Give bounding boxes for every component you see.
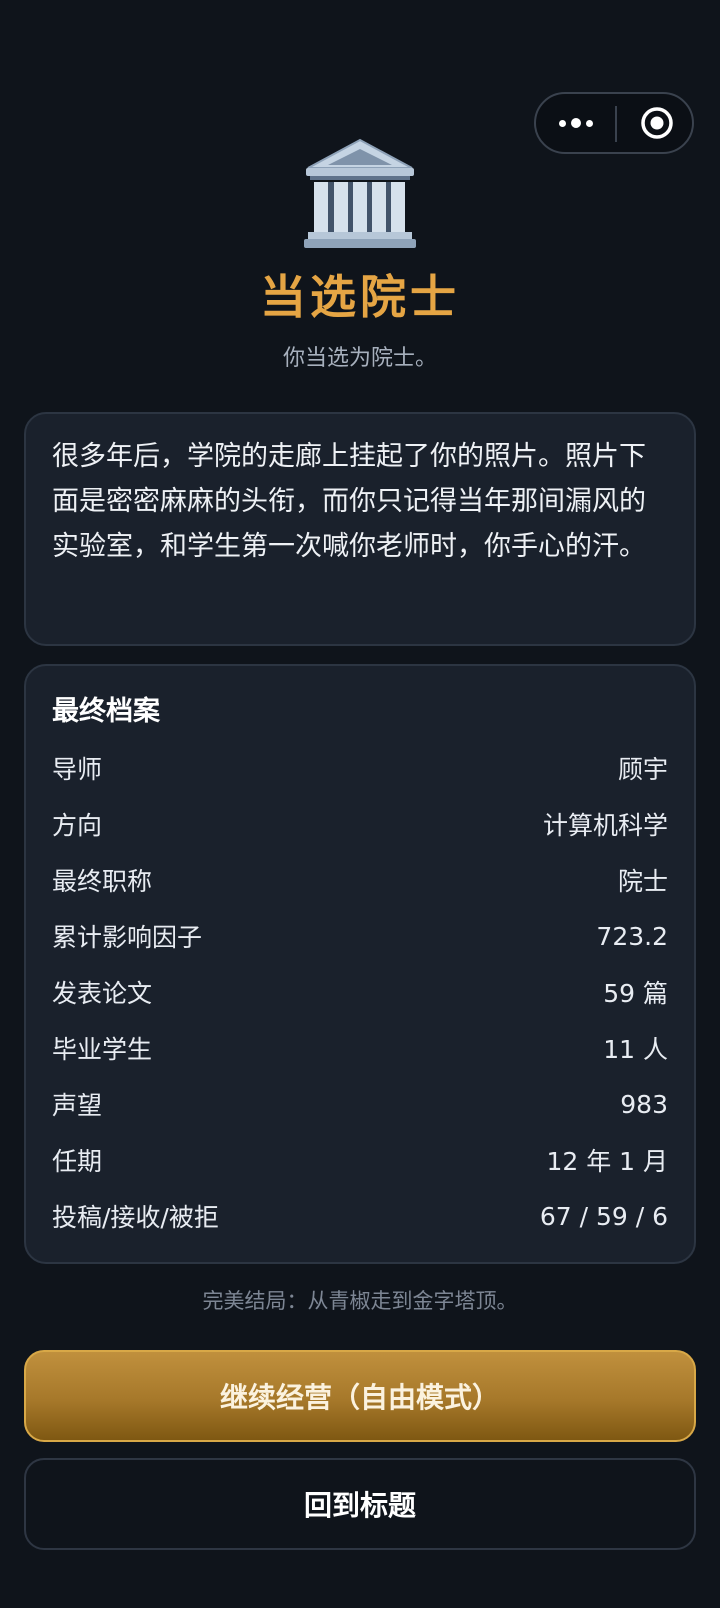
record-value: 723.2 [596,921,668,951]
record-row: 最终职称 院士 [52,852,668,908]
page-title: 当选院士 [260,270,460,324]
record-value: 顾宇 [617,755,668,784]
record-label: 最终职称 [52,867,153,896]
record-row: 毕业学生 11 人 [52,1020,668,1076]
record-row: 发表论文 59 篇 [52,964,668,1020]
record-row: 累计影响因子 723.2 [52,908,668,964]
record-row: 投稿/接收/被拒 67 / 59 / 6 [52,1188,668,1244]
record-row: 方向 计算机科学 [52,796,668,852]
record-value: 67 / 59 / 6 [539,1201,668,1231]
record-value: 983 [620,1089,668,1119]
more-dots-icon[interactable] [556,94,596,152]
capsule-menu [534,92,694,154]
record-value: 院士 [617,867,668,896]
record-row: 任期 12 年 1 月 [52,1132,668,1188]
record-value: 计算机科学 [542,811,668,840]
record-label: 导师 [52,755,103,784]
classical-building-icon [304,138,416,248]
record-label: 累计影响因子 [52,923,203,952]
record-value: 59 篇 [603,979,668,1008]
record-label: 任期 [52,1147,103,1176]
record-label: 毕业学生 [52,1035,153,1064]
record-label: 投稿/接收/被拒 [52,1203,219,1232]
story-card: 很多年后，学院的走廊上挂起了你的照片。照片下面是密密麻麻的头衔，而你只记得当年那… [24,412,696,646]
record-row: 声望 983 [52,1076,668,1132]
record-label: 声望 [52,1091,103,1120]
record-label: 发表论文 [52,979,153,1008]
record-label: 方向 [52,811,103,840]
page-subtitle: 你当选为院士。 [282,346,437,371]
target-circle-icon[interactable] [640,106,674,140]
ending-text: 完美结局：从青椒走到金字塔顶。 [202,1289,518,1313]
continue-free-mode-button[interactable]: 继续经营（自由模式） [24,1350,696,1442]
record-value: 12 年 1 月 [546,1147,668,1176]
story-text: 很多年后，学院的走廊上挂起了你的照片。照片下面是密密麻麻的头衔，而你只记得当年那… [52,441,646,562]
record-value: 11 人 [603,1035,668,1064]
record-title: 最终档案 [52,696,160,727]
back-to-title-button[interactable]: 回到标题 [24,1458,696,1550]
capsule-divider [615,106,617,142]
final-record-card: 最终档案 导师 顾宇 方向 计算机科学 最终职称 院士 累计影响因子 723.2… [24,664,696,1264]
record-row: 导师 顾宇 [52,740,668,796]
